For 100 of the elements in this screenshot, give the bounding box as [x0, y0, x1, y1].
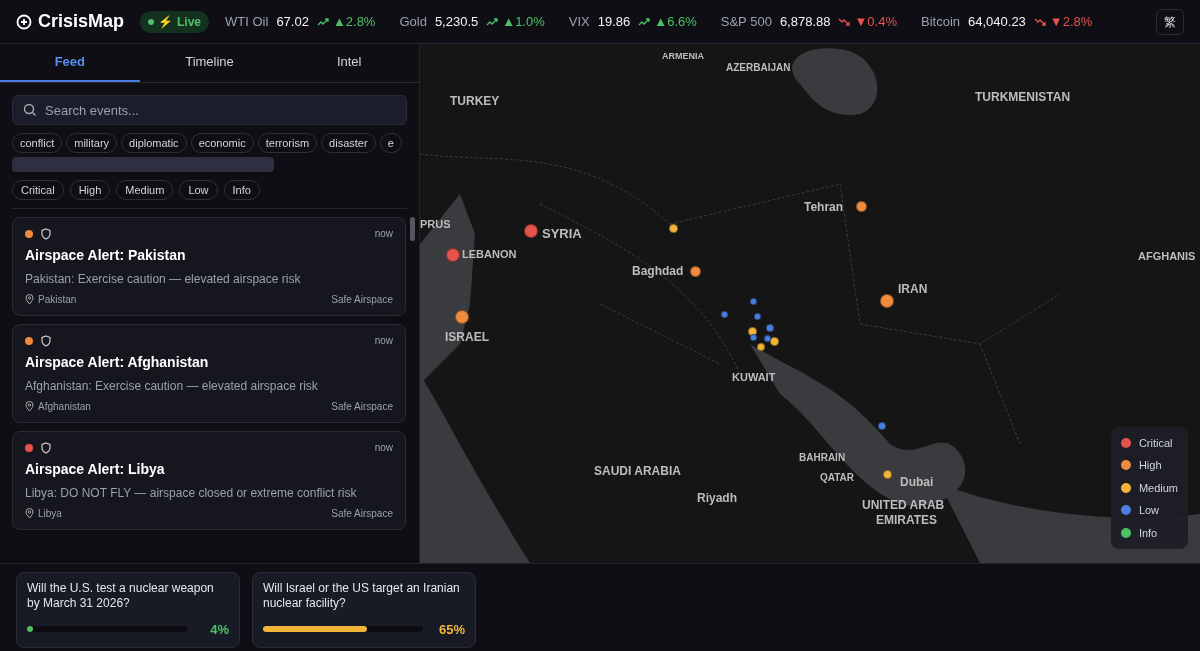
event-source: Safe Airspace	[331, 507, 393, 521]
map-marker[interactable]	[856, 201, 867, 212]
shield-icon	[41, 227, 51, 240]
shield-icon	[41, 441, 51, 454]
prediction-question: Will Israel or the US target an Iranian nuclear facility?	[263, 581, 461, 611]
event-card[interactable]: now Airspace Alert: Libya Libya: DO NOT FLY — airspace closed or extreme conflict risk Libya Safe Airspace	[12, 431, 406, 530]
tab[interactable]: Feed	[0, 44, 140, 82]
map-label: ARMENIA	[662, 50, 704, 63]
legend-label: Medium	[1138, 480, 1178, 496]
map-marker[interactable]	[750, 298, 757, 305]
trend-down-icon	[1033, 17, 1046, 26]
trend-up-icon	[638, 17, 651, 26]
prediction-card[interactable]: Will the U.S. test a nuclear weapon by March 31 2026? 4%	[16, 572, 240, 648]
map-label: AFGHANIS	[1138, 249, 1196, 264]
ticker-change: ▲1.0%	[502, 12, 545, 31]
map-label: Baghdad	[632, 263, 684, 280]
event-description: Libya: DO NOT FLY — airspace closed or extreme conflict risk	[25, 485, 358, 502]
map-marker[interactable]	[764, 335, 771, 342]
ticker-label: Bitcoin	[921, 12, 960, 31]
map-marker[interactable]	[750, 334, 757, 341]
legend-label: Info	[1138, 525, 1158, 541]
map-marker[interactable]	[757, 343, 765, 351]
location-pin-icon	[25, 294, 34, 305]
search-field[interactable]: Search events...	[12, 95, 407, 125]
map-label: SYRIA	[542, 225, 582, 243]
ticker-value: 67.02	[276, 12, 309, 31]
event-title: Airspace Alert: Libya	[25, 460, 166, 479]
map-marker[interactable]	[669, 224, 678, 233]
legend-label: Critical	[1138, 435, 1173, 451]
language-button[interactable]: 繁	[1156, 8, 1184, 35]
shield-icon	[41, 334, 51, 347]
ticker-label: WTI Oil	[225, 12, 269, 31]
legend-label: Low	[1138, 503, 1160, 518]
location-pin-icon	[25, 401, 34, 412]
event-time: now	[374, 334, 393, 348]
logo-icon	[16, 13, 32, 30]
location-pin-icon	[25, 508, 34, 519]
map-label: BAHRAIN	[799, 451, 846, 465]
map-label: KUWAIT	[732, 370, 776, 385]
ticker-label: Gold	[399, 12, 427, 31]
map-marker[interactable]	[524, 224, 538, 238]
ticker-change: ▲2.8%	[332, 12, 376, 31]
event-card[interactable]: now Airspace Alert: Pakistan Pakistan: Exercise caution — elevated airspace risk Pakistan Safe Airspace	[12, 217, 406, 316]
map-label: UNITED ARAB	[862, 497, 945, 514]
map-label: PRUS	[420, 217, 451, 232]
ticker-label: VIX	[568, 12, 590, 31]
search-icon	[23, 103, 37, 117]
map[interactable]: ARMENIA AZERBAIJAN TURKEY TURKMENISTAN PRUS SYRIA Tehran LEBANON Baghdad AFGHANIS IRAN ISRAEL KUWAIT BAHRAIN SAUDI ARABIA QATAR Dubai Riyadh UNITED ARAB EMIRATES Critical High Medium Low Info	[420, 44, 1200, 563]
event-source: Safe Airspace	[331, 293, 393, 307]
event-location: Libya	[38, 507, 63, 521]
event-card[interactable]: now Airspace Alert: Afghanistan Afghanistan: Exercise caution — elevated airspace risk Afghanistan Safe Airspace	[12, 324, 406, 423]
event-description: Afghanistan: Exercise caution — elevated airspace risk	[25, 378, 319, 395]
ticker-value: 6,878.88	[779, 12, 831, 31]
map-label: EMIRATES	[876, 512, 938, 529]
trend-up-icon	[486, 17, 499, 26]
map-marker[interactable]	[878, 422, 886, 430]
tab[interactable]: Timeline	[139, 44, 280, 82]
map-label: TURKMENISTAN	[975, 89, 1071, 106]
event-time: now	[374, 441, 393, 455]
app-title: CrisisMap	[38, 10, 125, 33]
live-badge: ⚡ Live	[140, 10, 210, 33]
ticker-change: ▼0.4%	[854, 12, 897, 31]
trend-down-icon	[838, 17, 851, 26]
map-label: LEBANON	[462, 247, 517, 262]
ticker-value: 5,230.5	[434, 12, 479, 31]
scrollbar[interactable]	[12, 157, 274, 172]
map-marker[interactable]	[883, 470, 892, 479]
trend-up-icon	[316, 17, 329, 26]
map-label: IRAN	[898, 281, 928, 298]
map-label: Dubai	[900, 474, 934, 491]
event-location: Pakistan	[38, 293, 78, 307]
ticker-change: ▼2.8%	[1049, 12, 1093, 31]
map-marker[interactable]	[754, 313, 761, 320]
event-time: now	[374, 227, 393, 241]
map-label: QATAR	[820, 471, 855, 485]
event-description: Pakistan: Exercise caution — elevated airspace risk	[25, 271, 302, 288]
ticker-change: ▲6.6%	[654, 12, 697, 31]
ticker-value: 64,040.23	[968, 12, 1026, 31]
event-title: Airspace Alert: Afghanistan	[25, 353, 210, 372]
prediction-question: Will the U.S. test a nuclear weapon by March 31 2026?	[27, 581, 215, 611]
map-label: Tehran	[804, 199, 844, 216]
tab[interactable]: Intel	[279, 44, 419, 82]
map-marker[interactable]	[721, 311, 728, 318]
ticker-value: 19.86	[597, 12, 631, 31]
prediction-percent: 65%	[437, 620, 465, 639]
legend-label: High	[1138, 458, 1162, 473]
ticker-label: S&P 500	[720, 12, 772, 31]
map-marker[interactable]	[770, 337, 779, 346]
prediction-card[interactable]: Will Israel or the US target an Iranian nuclear facility? 65%	[252, 572, 476, 648]
event-source: Safe Airspace	[331, 400, 393, 414]
prediction-percent: 4%	[209, 620, 229, 639]
event-title: Airspace Alert: Pakistan	[25, 246, 187, 265]
map-marker[interactable]	[880, 294, 894, 308]
map-marker[interactable]	[690, 266, 701, 277]
map-label: SAUDI ARABIA	[594, 463, 681, 480]
map-label: Riyadh	[697, 490, 737, 507]
map-label: AZERBAIJAN	[726, 61, 791, 75]
map-label: TURKEY	[450, 93, 500, 110]
map-marker[interactable]	[766, 324, 774, 332]
scrollbar[interactable]	[410, 217, 415, 241]
